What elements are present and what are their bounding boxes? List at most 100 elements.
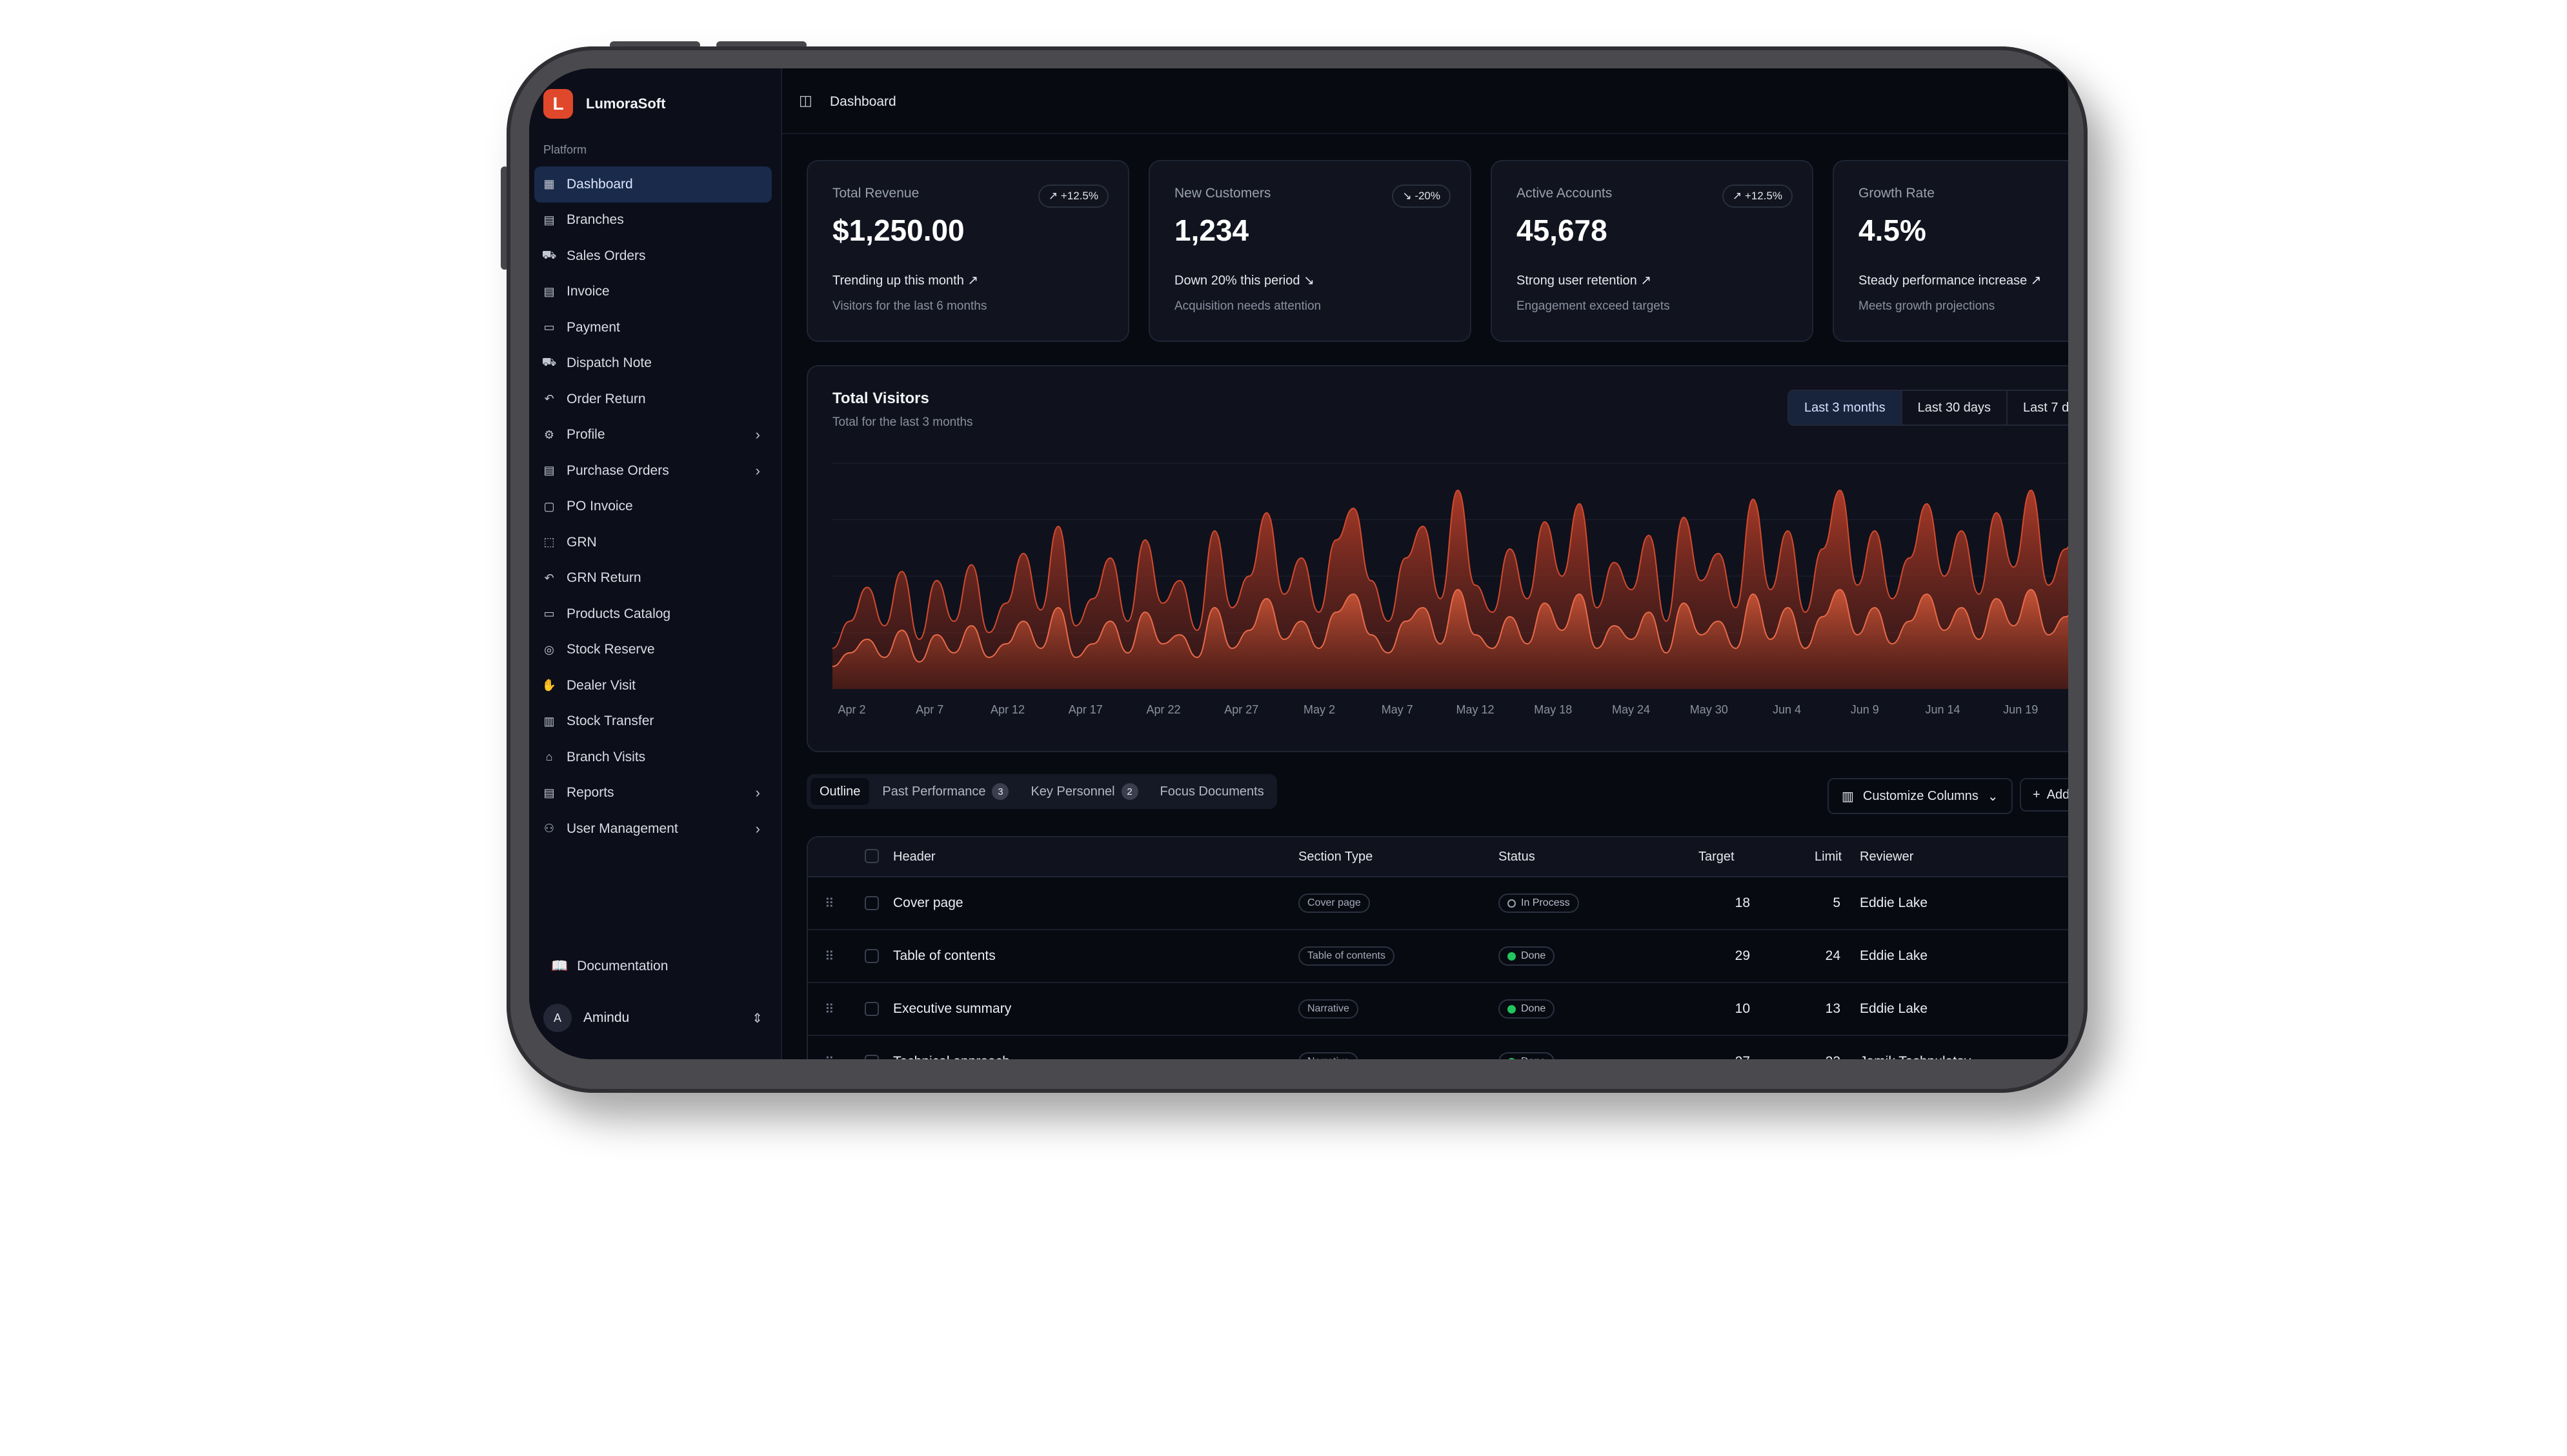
brand[interactable]: L LumoraSoft [543,89,665,119]
chevron-right-icon: › [755,784,760,801]
reviewer-cell[interactable]: Eddie Lake [1860,930,1928,982]
section-type-badge: Narrative [1298,999,1358,1019]
sidebar-item-label: Profile [567,427,605,443]
sidebar-item-label: PO Invoice [567,499,633,514]
sidebar-item-branches[interactable]: ▤ Branches [534,203,772,239]
sidebar-item-dealer-visit[interactable]: ✋ Dealer Visit [534,668,772,704]
sidebar-item-user-management[interactable]: ⚇ User Management › [534,811,772,847]
x-tick-label: Apr 17 [1069,703,1103,716]
range-option[interactable]: Last 30 days [1902,391,2008,424]
target-input[interactable]: 29 [1698,930,1750,982]
target-input[interactable]: 18 [1698,877,1750,929]
table-row[interactable]: ⠿ Technical approach Narrative Done 27 23 Jami… [808,1036,2068,1059]
row-header-link[interactable]: Cover page [893,877,963,929]
sidebar-item-payment[interactable]: ▭ Payment [534,310,772,346]
sidebar-toggle-icon[interactable]: ◫ [799,92,812,109]
stat-subtext: Engagement exceed targets [1516,299,1670,313]
x-tick-label: May 12 [1456,703,1494,716]
status-text: Done [1521,950,1546,961]
sidebar: L LumoraSoft Platform ▦ Dashboard ▤ Branche… [529,68,782,1059]
sidebar-item-stock-reserve[interactable]: ◎ Stock Reserve [534,632,772,668]
stat-note-text: Steady performance increase [1858,274,2028,288]
x-tick-label: Jun 19 [2003,703,2038,716]
row-header-link[interactable]: Executive summary [893,983,1011,1035]
limit-input[interactable]: 13 [1789,983,1840,1035]
tab-past-performance[interactable]: Past Performance 3 [873,778,1018,805]
drag-handle-icon[interactable]: ⠿ [825,930,834,982]
tab-key-personnel[interactable]: Key Personnel 2 [1022,778,1147,805]
sidebar-item-dashboard[interactable]: ▦ Dashboard [534,166,772,203]
range-option[interactable]: Last 3 months [1789,391,1902,424]
table-row[interactable]: ⠿ Executive summary Narrative Done 10 13 Eddie… [808,983,2068,1036]
check-circle-icon [1507,1057,1516,1059]
sidebar-item-label: Sales Orders [567,248,646,263]
status-badge: Done [1498,1052,1555,1059]
check-circle-icon [1507,952,1516,961]
x-tick-label: May 7 [1382,703,1413,716]
sidebar-item-label: Products Catalog [567,606,671,621]
sidebar-item-products-catalog[interactable]: ▭ Products Catalog [534,596,772,632]
stat-note-text: Trending up this month [832,274,964,288]
add-section-button[interactable]: + Add Section [2020,778,2068,812]
tab-count-badge: 2 [1121,783,1138,800]
drag-handle-icon[interactable]: ⠿ [825,1036,834,1060]
reviewer-cell[interactable]: Jamik Tashpulatov [1860,1036,1971,1059]
chevron-right-icon: › [755,426,760,443]
user-menu[interactable]: A Amindu ⇕ [543,1004,769,1032]
select-all-checkbox[interactable] [865,849,879,863]
limit-input[interactable]: 23 [1789,1036,1840,1059]
sidebar-nav: ▦ Dashboard ▤ Branches ⛟ Sales Orders ▤ Invoice… [534,166,772,847]
customize-columns-button[interactable]: ▥ Customize Columns ⌄ [1827,778,2013,814]
sidebar-item-label: Order Return [567,391,646,406]
reviewer-cell[interactable]: Eddie Lake [1860,983,1928,1035]
sidebar-item-po-invoice[interactable]: ▢ PO Invoice [534,489,772,525]
plus-icon: + [2033,787,2040,802]
checkbox-box [865,1055,879,1059]
range-option[interactable]: Last 7 days [2008,391,2068,424]
table-row[interactable]: ⠿ Table of contents Table of contents Done 2… [808,930,2068,983]
target-input[interactable]: 10 [1698,983,1750,1035]
table-row[interactable]: ⠿ Cover page Cover page In Process 18 5 Eddie … [808,877,2068,930]
sidebar-item-reports[interactable]: ▤ Reports › [534,775,772,812]
check-circle-icon [1507,1004,1516,1013]
sidebar-item-purchase-orders[interactable]: ▤ Purchase Orders › [534,453,772,489]
sidebar-item-dispatch-note[interactable]: ⛟ Dispatch Note [534,346,772,382]
row-header-link[interactable]: Technical approach [893,1036,1010,1059]
brand-name: LumoraSoft [586,95,666,112]
status-cell: In Process [1498,877,1579,929]
sidebar-item-label: Reports [567,785,614,801]
documentation-link[interactable]: 📖 Documentation [551,959,668,974]
trending-up-icon: ↗ [963,274,979,288]
reviewer-cell[interactable]: Eddie Lake [1860,877,1928,929]
sidebar-item-invoice[interactable]: ▤ Invoice [534,274,772,310]
grid-icon: ▦ [543,177,555,191]
row-checkbox[interactable] [865,1036,879,1059]
row-checkbox[interactable] [865,930,879,982]
sidebar-item-grn[interactable]: ⬚ GRN [534,524,772,561]
target-input[interactable]: 27 [1698,1036,1750,1059]
documentation-label: Documentation [577,959,669,973]
sidebar-item-label: Dispatch Note [567,355,652,371]
sidebar-item-profile[interactable]: ⚙ Profile › [534,417,772,454]
table-tabs: Outline Past Performance 3 Key Personnel 2 Fo… [807,774,1277,809]
avatar: A [543,1004,572,1032]
sidebar-item-order-return[interactable]: ↶ Order Return [534,381,772,417]
sidebar-item-stock-transfer[interactable]: ▥ Stock Transfer [534,704,772,740]
row-checkbox[interactable] [865,983,879,1035]
undo-icon: ↶ [544,392,554,406]
row-header-link[interactable]: Table of contents [893,930,996,982]
range-toggle: Last 3 monthsLast 30 daysLast 7 days [1787,390,2068,426]
sidebar-item-sales-orders[interactable]: ⛟ Sales Orders [534,238,772,274]
sidebar-item-grn-return[interactable]: ↶ GRN Return [534,561,772,597]
tab-label: Past Performance [882,784,986,799]
sidebar-item-branch-visits[interactable]: ⌂ Branch Visits [534,739,772,775]
limit-input[interactable]: 5 [1789,877,1840,929]
drag-handle-icon[interactable]: ⠿ [825,983,834,1035]
limit-input[interactable]: 24 [1789,930,1840,982]
row-checkbox[interactable] [865,877,879,929]
tab-focus-documents[interactable]: Focus Documents [1151,778,1273,805]
stat-subtext: Meets growth projections [1858,299,1995,313]
x-tick-label: Apr 27 [1224,703,1258,716]
drag-handle-icon[interactable]: ⠿ [825,877,834,929]
tab-outline[interactable]: Outline [810,778,870,805]
